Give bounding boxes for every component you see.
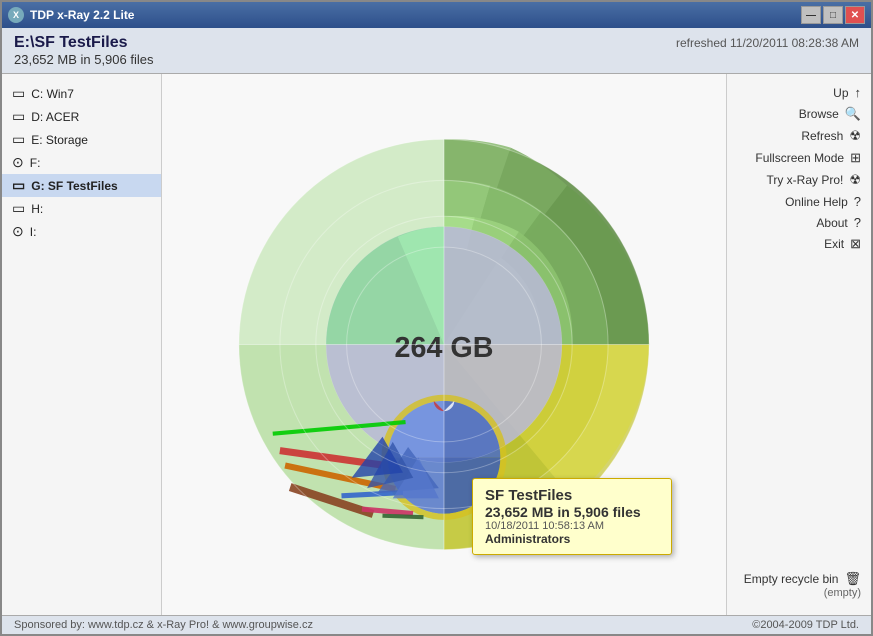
recycle-bin-icon: 🗑: [844, 571, 861, 587]
tooltip-size: 23,652 MB in 5,906 files: [485, 504, 659, 520]
title-controls: — □ ✕: [801, 6, 865, 24]
header: refreshed 11/20/2011 08:28:38 AM E:\SF T…: [2, 28, 871, 74]
app-icon: X: [8, 7, 24, 23]
window-title: TDP x-Ray 2.2 Lite: [30, 8, 134, 22]
drive-c-icon: ▭: [12, 85, 25, 102]
action-browse[interactable]: Browse 🔍: [727, 103, 871, 125]
action-fullscreen[interactable]: Fullscreen Mode ⊞: [727, 147, 871, 169]
recycle-section: Empty recycle bin 🗑 (empty): [727, 563, 871, 607]
recycle-bin-label: Empty recycle bin: [744, 572, 839, 586]
drive-d-label: D: ACER: [31, 110, 79, 124]
action-xray-pro-label: Try x-Ray Pro!: [766, 173, 843, 187]
drive-f[interactable]: ⊙ F:: [2, 151, 161, 174]
drive-i-icon: ⊙: [12, 223, 24, 240]
file-count: 23,652 MB in 5,906 files: [14, 52, 859, 67]
action-about[interactable]: About ?: [727, 212, 871, 233]
tooltip-title: SF TestFiles: [485, 487, 659, 504]
drive-i[interactable]: ⊙ I:: [2, 220, 161, 243]
xray-pro-icon: ☢: [849, 172, 861, 188]
tooltip-date: 10/18/2011 10:58:13 AM: [485, 520, 659, 532]
fullscreen-icon: ⊞: [850, 150, 861, 166]
main-content: ▭ C: Win7 ▭ D: ACER ▭ E: Storage ⊙ F: ▭ …: [2, 74, 871, 615]
drive-f-icon: ⊙: [12, 154, 24, 171]
action-xray-pro[interactable]: Try x-Ray Pro! ☢: [727, 169, 871, 191]
action-online-help-label: Online Help: [785, 195, 848, 209]
action-up[interactable]: Up ↑: [727, 82, 871, 103]
drive-c-label: C: Win7: [31, 87, 74, 101]
action-up-label: Up: [833, 86, 848, 100]
drive-h-icon: ▭: [12, 200, 25, 217]
drive-i-label: I:: [30, 225, 37, 239]
visualization-panel: 264 GB SnapFiles SF TestFiles 23,652 M: [162, 74, 726, 615]
action-about-label: About: [816, 216, 847, 230]
help-icon: ?: [854, 194, 861, 209]
drive-c[interactable]: ▭ C: Win7: [2, 82, 161, 105]
tooltip-user: Administrators: [485, 532, 659, 546]
action-exit-label: Exit: [824, 237, 844, 251]
footer-copyright: ©2004-2009 TDP Ltd.: [752, 619, 859, 631]
maximize-button[interactable]: □: [823, 6, 843, 24]
action-online-help[interactable]: Online Help ?: [727, 191, 871, 212]
drive-e[interactable]: ▭ E: Storage: [2, 128, 161, 151]
action-browse-label: Browse: [799, 107, 839, 121]
minimize-button[interactable]: —: [801, 6, 821, 24]
exit-icon: ⊠: [850, 236, 861, 252]
tooltip: SF TestFiles 23,652 MB in 5,906 files 10…: [472, 478, 672, 555]
footer: Sponsored by: www.tdp.cz & x-Ray Pro! & …: [2, 615, 871, 634]
title-bar: X TDP x-Ray 2.2 Lite — □ ✕: [2, 2, 871, 28]
drive-d-icon: ▭: [12, 108, 25, 125]
action-refresh[interactable]: Refresh ☢: [727, 125, 871, 147]
drive-f-label: F:: [30, 156, 41, 170]
recycle-status: (empty): [737, 587, 861, 599]
action-panel: Up ↑ Browse 🔍 Refresh ☢ Fullscreen Mode …: [726, 74, 871, 615]
drive-e-icon: ▭: [12, 131, 25, 148]
about-icon: ?: [854, 215, 861, 230]
refresh-timestamp: refreshed 11/20/2011 08:28:38 AM: [676, 36, 859, 50]
action-exit[interactable]: Exit ⊠: [727, 233, 871, 255]
drive-h[interactable]: ▭ H:: [2, 197, 161, 220]
close-button[interactable]: ✕: [845, 6, 865, 24]
main-window: X TDP x-Ray 2.2 Lite — □ ✕ refreshed 11/…: [0, 0, 873, 636]
action-fullscreen-label: Fullscreen Mode: [755, 151, 844, 165]
drive-list: ▭ C: Win7 ▭ D: ACER ▭ E: Storage ⊙ F: ▭ …: [2, 74, 162, 615]
empty-recycle-button[interactable]: Empty recycle bin 🗑: [737, 571, 861, 587]
title-bar-left: X TDP x-Ray 2.2 Lite: [8, 7, 134, 23]
drive-e-label: E: Storage: [31, 133, 88, 147]
footer-sponsor: Sponsored by: www.tdp.cz & x-Ray Pro! & …: [14, 619, 313, 631]
drive-g-label: G: SF TestFiles: [31, 179, 117, 193]
drive-h-label: H:: [31, 202, 43, 216]
drive-g[interactable]: ▭ G: SF TestFiles: [2, 174, 161, 197]
refresh-icon: ☢: [849, 128, 861, 144]
action-refresh-label: Refresh: [801, 129, 843, 143]
drive-g-icon: ▭: [12, 177, 25, 194]
drive-d[interactable]: ▭ D: ACER: [2, 105, 161, 128]
up-icon: ↑: [855, 85, 862, 100]
browse-icon: 🔍: [845, 106, 861, 122]
